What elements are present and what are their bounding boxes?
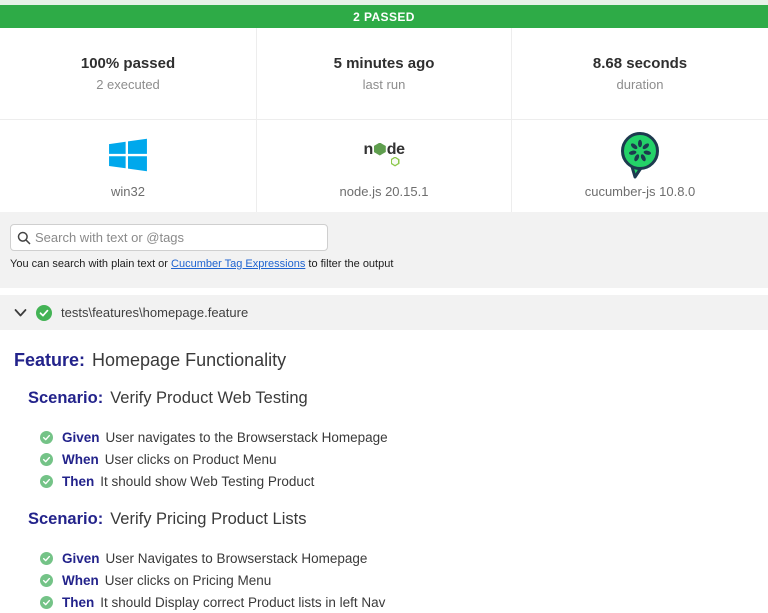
stat-lastrun-subtitle: last run <box>362 77 406 92</box>
step-row: Then It should Display correct Product l… <box>40 591 768 613</box>
nodejs-icon: n de <box>364 134 405 176</box>
env-os-label: win32 <box>111 183 145 199</box>
step-row: Given User Navigates to Browserstack Hom… <box>40 547 768 569</box>
status-banner: 2 PASSED <box>0 5 768 28</box>
status-banner-label: 2 PASSED <box>353 9 415 24</box>
scenario-keyword: Scenario: <box>28 510 104 528</box>
scenario-name: Verify Product Web Testing <box>110 389 308 407</box>
search-input[interactable] <box>35 230 321 245</box>
step-keyword: When <box>62 572 99 588</box>
report-body: Feature: Homepage Functionality Scenario:… <box>0 330 768 613</box>
cucumber-tag-expressions-link[interactable]: Cucumber Tag Expressions <box>171 258 305 270</box>
stat-passed-subtitle: 2 executed <box>96 77 160 92</box>
feature-name: Homepage Functionality <box>92 350 287 370</box>
windows-icon <box>107 134 149 176</box>
step-keyword: When <box>62 451 99 467</box>
search-icon <box>17 231 31 245</box>
step-check-icon <box>40 573 53 587</box>
stat-passed: 100% passed 2 executed <box>0 28 256 120</box>
step-text: User clicks on Product Menu <box>104 451 277 467</box>
search-help-prefix: You can search with plain text or <box>10 258 172 270</box>
env-node: n de node.js 20.15.1 <box>256 120 512 212</box>
step-row: Then It should show Web Testing Product <box>40 470 768 492</box>
chevron-down-icon[interactable] <box>14 308 27 318</box>
env-cucumber: cucumber-js 10.8.0 <box>512 120 768 212</box>
search-help: You can search with plain text or Cucumb… <box>10 258 758 270</box>
feature-keyword: Feature: <box>14 350 86 370</box>
step-row: When User clicks on Product Menu <box>40 448 768 470</box>
steps-list: Given User Navigates to Browserstack Hom… <box>40 547 768 613</box>
scenario-name: Verify Pricing Product Lists <box>110 510 307 528</box>
stat-lastrun: 5 minutes ago last run <box>256 28 512 120</box>
stat-duration: 8.68 seconds duration <box>512 28 768 120</box>
search-section: You can search with plain text or Cucumb… <box>0 212 768 288</box>
cucumber-icon <box>617 131 663 178</box>
search-help-suffix: to filter the output <box>305 258 394 270</box>
step-keyword: Then <box>62 594 95 610</box>
section-gap <box>0 288 768 295</box>
env-node-label: node.js 20.15.1 <box>339 183 429 199</box>
step-text: User clicks on Pricing Menu <box>104 572 272 588</box>
stat-passed-title: 100% passed <box>80 55 176 72</box>
step-check-icon <box>40 430 53 444</box>
env-cucumber-label: cucumber-js 10.8.0 <box>584 183 696 199</box>
feature-status-check-icon <box>36 304 52 321</box>
step-keyword: Given <box>62 550 100 566</box>
feature-file-row[interactable]: tests\features\homepage.feature <box>0 295 768 330</box>
step-check-icon <box>40 474 53 488</box>
step-text: User Navigates to Browserstack Homepage <box>105 550 368 566</box>
step-text: User navigates to the Browserstack Homep… <box>105 429 388 445</box>
step-text: It should Display correct Product lists … <box>100 594 386 610</box>
stat-duration-subtitle: duration <box>616 77 664 92</box>
search-box[interactable] <box>10 224 328 251</box>
scenario-heading: Scenario: Verify Product Web Testing <box>28 389 768 408</box>
step-keyword: Then <box>62 473 95 489</box>
scenario-heading: Scenario: Verify Pricing Product Lists <box>28 510 768 529</box>
step-row: Given User navigates to the Browserstack… <box>40 426 768 448</box>
feature-heading: Feature: Homepage Functionality <box>14 350 768 371</box>
step-text: It should show Web Testing Product <box>100 473 315 489</box>
step-check-icon <box>40 595 53 609</box>
step-row: When User clicks on Pricing Menu <box>40 569 768 591</box>
step-check-icon <box>40 452 53 466</box>
stat-lastrun-title: 5 minutes ago <box>333 55 435 72</box>
feature-file-path: tests\features\homepage.feature <box>61 305 249 320</box>
scenario-block: Scenario: Verify Product Web Testing Give… <box>28 389 768 492</box>
step-check-icon <box>40 551 53 565</box>
steps-list: Given User navigates to the Browserstack… <box>40 426 768 492</box>
step-keyword: Given <box>62 429 100 445</box>
scenarios: Scenario: Verify Product Web Testing Give… <box>14 389 768 613</box>
stat-duration-title: 8.68 seconds <box>592 55 688 72</box>
env-os: win32 <box>0 120 256 212</box>
summary-grid: 100% passed 2 executed 5 minutes ago las… <box>0 28 768 212</box>
scenario-keyword: Scenario: <box>28 389 104 407</box>
scenario-block: Scenario: Verify Pricing Product Lists Gi… <box>28 510 768 613</box>
